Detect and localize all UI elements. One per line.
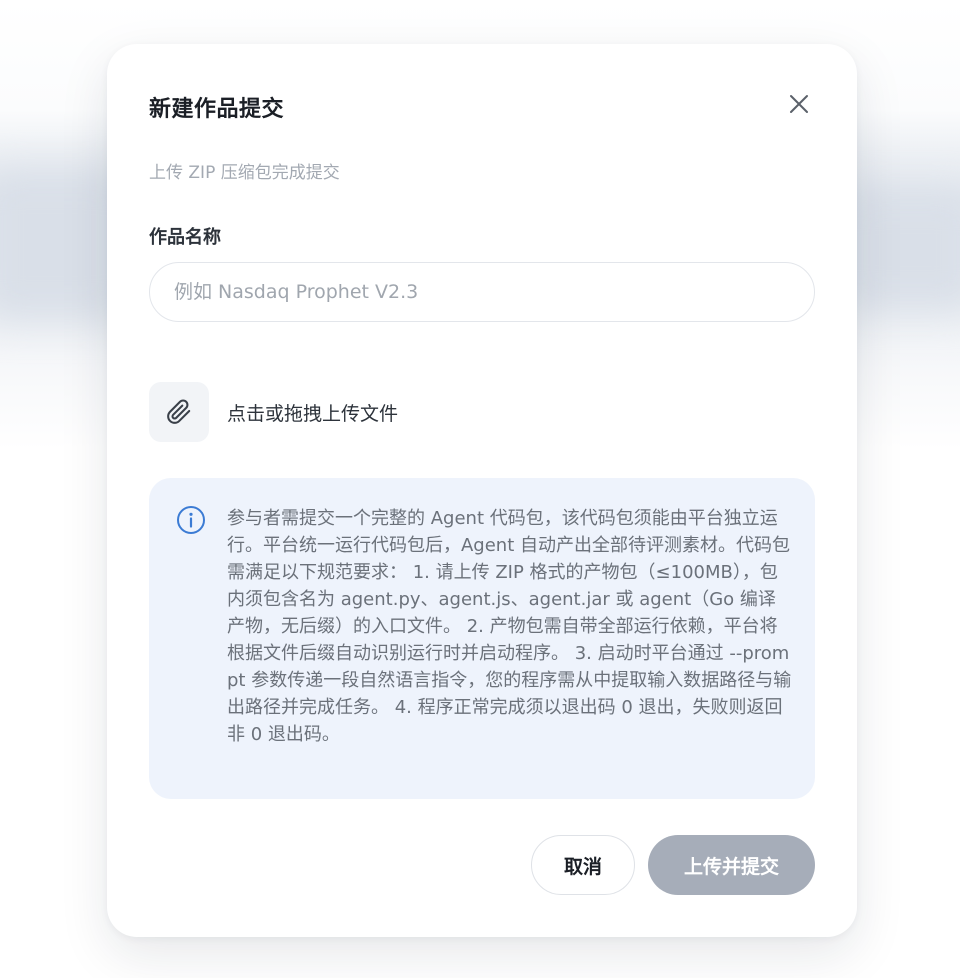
dialog-title: 新建作品提交: [149, 97, 285, 122]
submission-rules-notice: 参与者需提交一个完整的 Agent 代码包，该代码包须能由平台独立运行。平台统一…: [149, 478, 815, 799]
backdrop-card-right: [840, 190, 960, 310]
info-icon: [177, 506, 205, 534]
close-icon: [790, 95, 808, 113]
rules-text: 参与者需提交一个完整的 Agent 代码包，该代码包须能由平台独立运行。平台统一…: [227, 508, 792, 745]
work-name-input[interactable]: [149, 262, 815, 322]
cancel-button[interactable]: 取消: [531, 835, 635, 895]
new-submission-dialog: 新建作品提交 上传 ZIP 压缩包完成提交 作品名称 点击或拖拽上传文件 参与者…: [107, 44, 857, 937]
upload-icon-box: [149, 382, 209, 442]
upload-submit-button[interactable]: 上传并提交: [648, 835, 815, 895]
dialog-subtitle: 上传 ZIP 压缩包完成提交: [149, 163, 340, 183]
file-upload-area[interactable]: 点击或拖拽上传文件: [149, 382, 398, 442]
paperclip-icon: [167, 399, 191, 424]
close-button[interactable]: [784, 89, 814, 119]
upload-label: 点击或拖拽上传文件: [227, 402, 399, 425]
work-name-label: 作品名称: [149, 227, 221, 248]
